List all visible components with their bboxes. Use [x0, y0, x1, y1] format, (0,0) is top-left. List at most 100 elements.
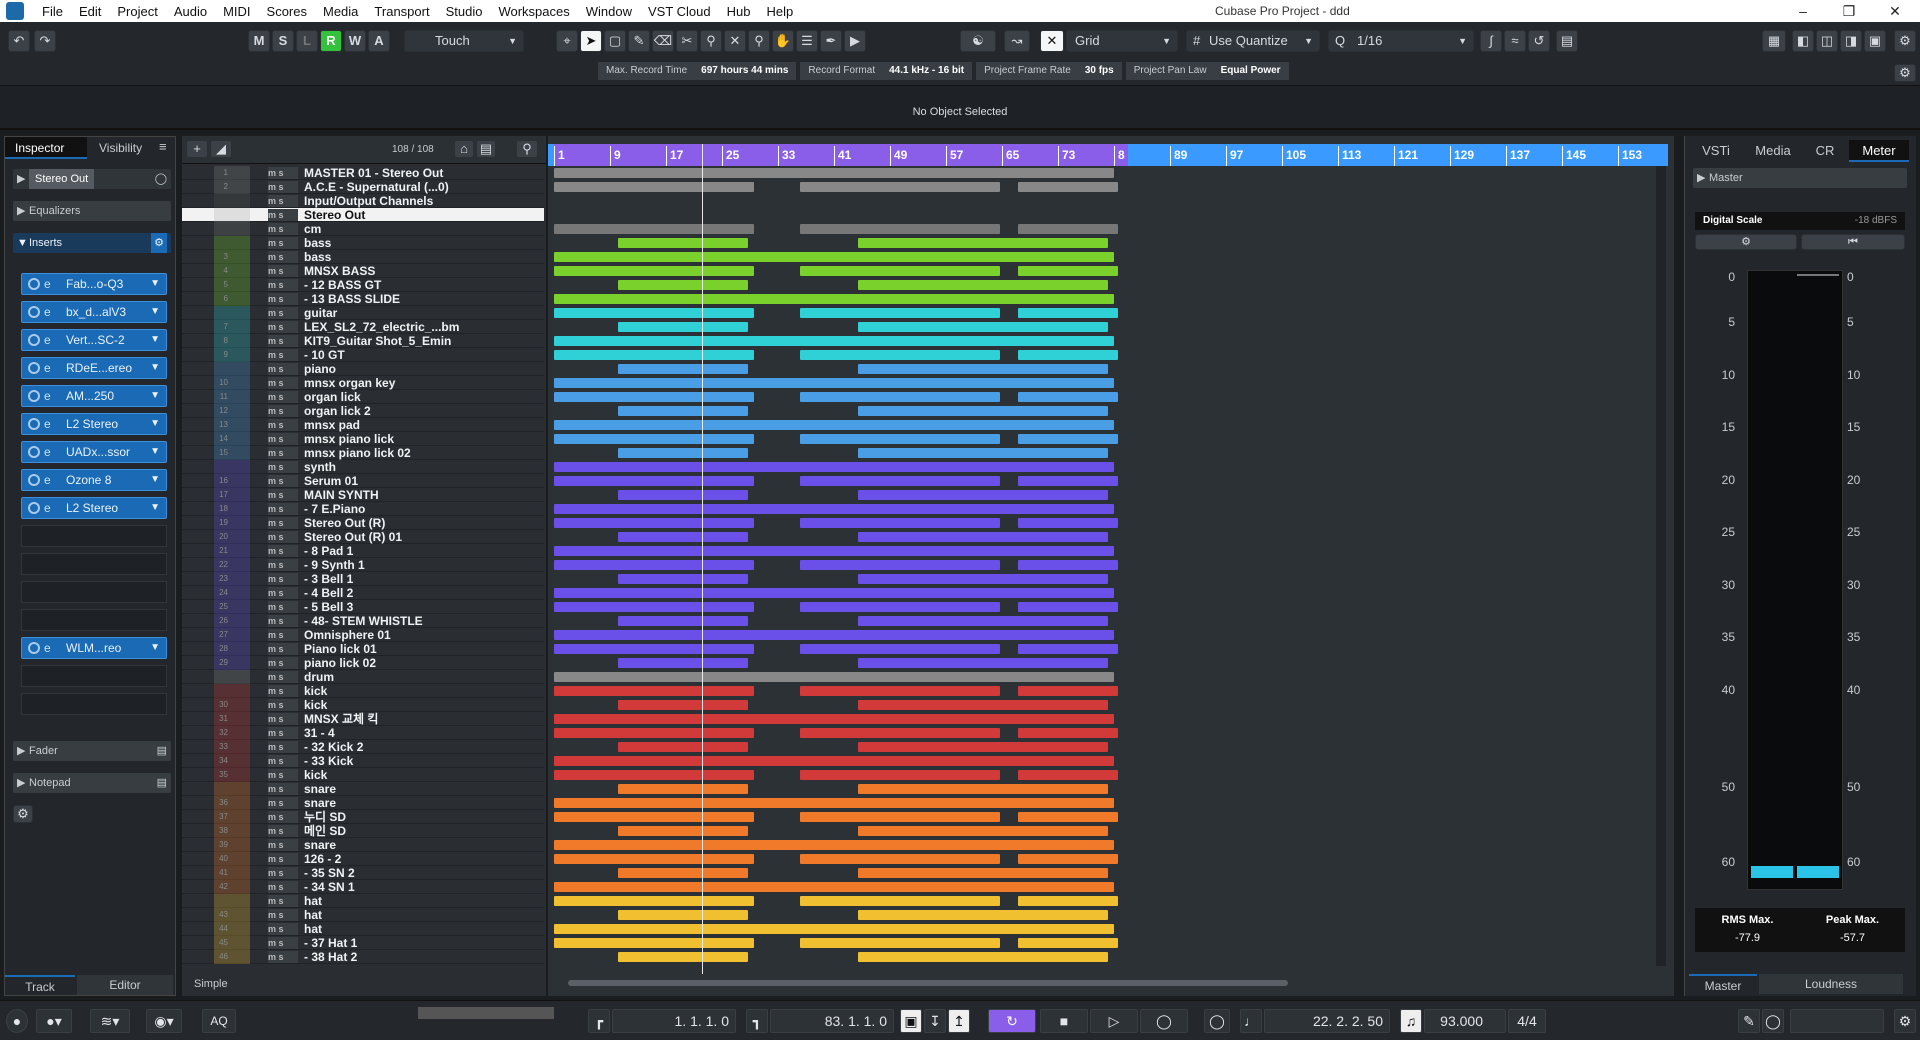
erase-icon[interactable]: ⌫ — [652, 30, 674, 52]
track-name[interactable]: MASTER 01 - Stereo Out — [304, 166, 443, 180]
mute-solo-buttons[interactable]: m s — [268, 727, 298, 739]
track-name[interactable]: MNSX BASS — [304, 264, 375, 278]
punch-out-icon[interactable]: ↥ — [948, 1009, 970, 1033]
mute-solo-buttons[interactable]: m s — [268, 237, 298, 249]
mute-solo-buttons[interactable]: m s — [268, 587, 298, 599]
track-row[interactable]: 46 m s - 38 Hat 2 — [182, 950, 544, 964]
event-part[interactable] — [618, 616, 748, 626]
range-icon[interactable]: ▢ — [604, 30, 626, 52]
mute-solo-buttons[interactable]: m s — [268, 377, 298, 389]
mute-solo-buttons[interactable]: m s — [268, 573, 298, 585]
event-part[interactable] — [1018, 854, 1118, 864]
tab-loudness[interactable]: Loudness — [1759, 974, 1903, 994]
event-part[interactable] — [554, 602, 754, 612]
tab-inspector[interactable]: Inspector — [5, 137, 87, 159]
mute-solo-buttons[interactable]: m s — [268, 839, 298, 851]
track-row[interactable]: m s bass — [182, 236, 544, 250]
track-row[interactable]: 20 m s Stereo Out (R) 01 — [182, 530, 544, 544]
left-zone-icon[interactable]: ◧ — [1792, 30, 1814, 52]
event-part[interactable] — [618, 364, 748, 374]
track-name[interactable]: - 13 BASS SLIDE — [304, 292, 400, 306]
mute-solo-buttons[interactable]: m s — [268, 349, 298, 361]
mute-solo-buttons[interactable]: m s — [268, 769, 298, 781]
record-icon[interactable]: ◯ — [1140, 1009, 1188, 1033]
event-part[interactable] — [554, 224, 754, 234]
insert-slot[interactable]: e bx_d...alV3 ▼ — [21, 301, 167, 323]
track-name[interactable]: - 37 Hat 1 — [304, 936, 357, 950]
event-part[interactable] — [1018, 686, 1118, 696]
track-row[interactable]: 36 m s snare — [182, 796, 544, 810]
menu-file[interactable]: File — [34, 4, 71, 19]
track-row[interactable]: m s cm — [182, 222, 544, 236]
lower-zone-icon[interactable]: ◫ — [1816, 30, 1838, 52]
track-row[interactable]: 34 m s - 33 Kick — [182, 754, 544, 768]
track-name[interactable]: - 32 Kick 2 — [304, 740, 363, 754]
track-name[interactable]: LEX_SL2_72_electric_...bm — [304, 320, 459, 334]
add-track-icon[interactable]: + — [186, 140, 208, 158]
fader-section[interactable]: ▶ Fader ▤ — [13, 741, 171, 761]
redo-icon[interactable]: ↷ — [34, 30, 56, 52]
pointer-icon[interactable]: ➤ — [580, 30, 602, 52]
event-part[interactable] — [554, 882, 1114, 892]
track-name[interactable]: - 4 Bell 2 — [304, 586, 353, 600]
track-row[interactable]: 1 m s MASTER 01 - Stereo Out — [182, 166, 544, 180]
zoom-icon[interactable]: ⚲ — [748, 30, 770, 52]
insert-slot[interactable]: e Fab...o-Q3 ▼ — [21, 273, 167, 295]
right-zone-icon[interactable]: ◨ — [1840, 30, 1862, 52]
event-part[interactable] — [554, 504, 1114, 514]
track-name[interactable]: Stereo Out (R) — [304, 516, 385, 530]
settings-gear-icon[interactable]: ⚙ — [1894, 30, 1916, 52]
track-name[interactable]: Piano lick 01 — [304, 642, 377, 656]
minimize-icon[interactable]: – — [1780, 0, 1826, 22]
event-part[interactable] — [800, 266, 1000, 276]
event-part[interactable] — [1018, 476, 1118, 486]
event-part[interactable] — [858, 532, 1108, 542]
event-part[interactable] — [554, 308, 754, 318]
mute-solo-buttons[interactable]: m s — [268, 867, 298, 879]
event-part[interactable] — [618, 238, 748, 248]
track-row[interactable]: m s guitar — [182, 306, 544, 320]
track-row[interactable]: 28 m s Piano lick 01 — [182, 642, 544, 656]
record-format[interactable]: Record Format 44.1 kHz - 16 bit — [800, 62, 973, 80]
mute-solo-buttons[interactable]: m s — [268, 279, 298, 291]
mute-solo-buttons[interactable]: m s — [268, 489, 298, 501]
insert-slot-empty[interactable] — [21, 525, 167, 547]
event-part[interactable] — [858, 616, 1108, 626]
track-row[interactable]: 18 m s - 7 E.Piano — [182, 502, 544, 516]
track-name[interactable]: Omnisphere 01 — [304, 628, 391, 642]
track-row[interactable]: m s Stereo Out — [182, 208, 544, 222]
menu-audio[interactable]: Audio — [166, 4, 215, 19]
primary-time-display[interactable]: 22. 2. 2. 50 — [1264, 1009, 1390, 1033]
event-part[interactable] — [554, 294, 1114, 304]
track-row[interactable]: 30 m s kick — [182, 698, 544, 712]
event-part[interactable] — [554, 714, 1114, 724]
mute-tool-icon[interactable]: ✕ — [724, 30, 746, 52]
project-cursor[interactable] — [702, 144, 703, 974]
project-frame-rate[interactable]: Project Frame Rate 30 fps — [976, 62, 1122, 80]
max-record-time[interactable]: Max. Record Time 697 hours 44 mins — [598, 62, 797, 80]
mute-solo-buttons[interactable]: m s — [268, 447, 298, 459]
track-row[interactable]: 21 m s - 8 Pad 1 — [182, 544, 544, 558]
track-name[interactable]: - 5 Bell 3 — [304, 600, 353, 614]
track-row[interactable]: 41 m s - 35 SN 2 — [182, 866, 544, 880]
event-part[interactable] — [554, 266, 754, 276]
event-part[interactable] — [618, 574, 748, 584]
event-part[interactable] — [800, 812, 1000, 822]
track-row[interactable]: 32 m s 31 - 4 — [182, 726, 544, 740]
event-part[interactable] — [1018, 602, 1118, 612]
track-name[interactable]: hat — [304, 922, 322, 936]
edit-channel-icon[interactable]: ◯ — [155, 169, 167, 189]
mute-solo-buttons[interactable]: m s — [268, 825, 298, 837]
insert-slot[interactable]: e AM...250 ▼ — [21, 385, 167, 407]
snap-crossfade-icon[interactable]: ↝ — [1004, 30, 1030, 52]
output-routing[interactable]: ▶ Stereo Out ◯ — [13, 169, 171, 189]
event-part[interactable] — [554, 546, 1114, 556]
event-part[interactable] — [858, 280, 1108, 290]
track-row[interactable]: 7 m s LEX_SL2_72_electric_...bm — [182, 320, 544, 334]
track-name[interactable]: drum — [304, 670, 334, 684]
automation-mode-select[interactable]: Touch ▼ — [404, 30, 524, 52]
tab-master[interactable]: Master — [1689, 974, 1757, 994]
iterative-quantize-icon[interactable]: ∫ — [1480, 30, 1502, 52]
quantize-value-select[interactable]: Q 1/16 ▼ — [1328, 30, 1474, 52]
object-selection-icon[interactable]: ⌖ — [556, 30, 578, 52]
